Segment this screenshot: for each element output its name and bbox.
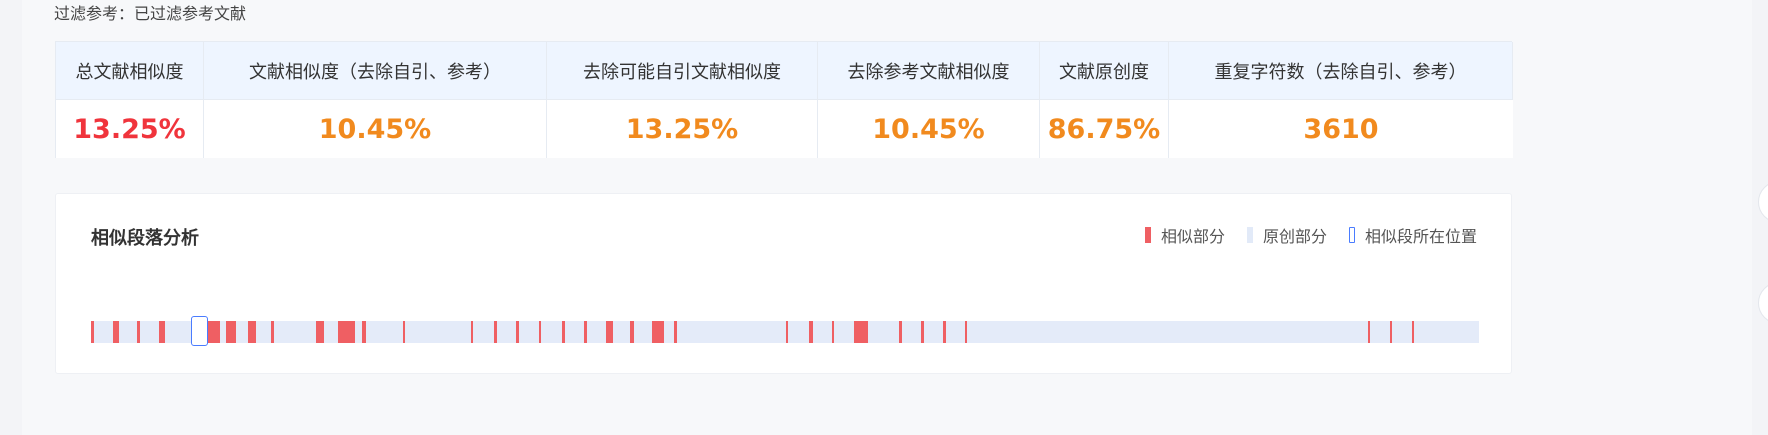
similar-paragraph-panel: 相似段落分析 相似部分 原创部分 相似段所在位置 [55, 193, 1512, 374]
header-similarity-excl-references: 去除参考文献相似度 [818, 42, 1040, 100]
similar-segment[interactable] [113, 321, 119, 343]
similar-segment[interactable] [832, 321, 834, 343]
similar-segment[interactable] [539, 321, 541, 343]
similar-segment[interactable] [248, 321, 256, 343]
similar-segment[interactable] [1412, 321, 1414, 343]
similar-segment[interactable] [809, 321, 813, 343]
similar-segment[interactable] [943, 321, 946, 343]
similar-segment[interactable] [921, 321, 924, 343]
similar-segment[interactable] [316, 321, 324, 343]
legend-label-similar: 相似部分 [1160, 227, 1225, 246]
legend-item-original: 原创部分 [1246, 223, 1327, 247]
header-total-similarity: 总文献相似度 [56, 42, 204, 100]
similar-segment[interactable] [606, 321, 613, 343]
similarity-distribution-bar[interactable] [91, 316, 1479, 346]
similar-segment[interactable] [786, 321, 788, 343]
similar-segment[interactable] [965, 321, 967, 343]
similar-segment[interactable] [854, 321, 868, 343]
position-swatch-icon [1348, 227, 1355, 243]
header-similarity-excl-self-citation: 去除可能自引文献相似度 [547, 42, 818, 100]
value-similarity-excl-references: 10.45% [818, 100, 1040, 158]
legend: 相似部分 原创部分 相似段所在位置 [1123, 223, 1477, 247]
similar-segment[interactable] [1368, 321, 1370, 343]
similar-segment[interactable] [584, 321, 587, 343]
similar-segment[interactable] [362, 321, 366, 343]
side-float-button[interactable] [1758, 282, 1768, 324]
similarity-stats-table: 总文献相似度 文献相似度（去除自引、参考） 去除可能自引文献相似度 去除参考文献… [55, 41, 1513, 158]
header-similarity-excl-self-ref: 文献相似度（去除自引、参考） [204, 42, 547, 100]
original-swatch-icon [1246, 227, 1253, 243]
value-similarity-excl-self-ref: 10.45% [204, 100, 547, 158]
similar-segment[interactable] [226, 321, 236, 343]
similar-segment[interactable] [471, 321, 473, 343]
value-duplicate-chars: 3610 [1169, 100, 1513, 158]
similar-segment[interactable] [159, 321, 165, 343]
filter-note: 过滤参考：已过滤参考文献 [54, 4, 247, 23]
legend-item-similar: 相似部分 [1144, 223, 1225, 247]
value-originality: 86.75% [1040, 100, 1169, 158]
similar-segment[interactable] [899, 321, 902, 343]
similar-segment[interactable] [338, 321, 355, 343]
similar-segment[interactable] [630, 321, 634, 343]
similar-segment[interactable] [403, 321, 405, 343]
similar-segment[interactable] [652, 321, 664, 343]
similar-segment[interactable] [1390, 321, 1392, 343]
header-originality: 文献原创度 [1040, 42, 1169, 100]
similar-segment[interactable] [494, 321, 497, 343]
similar-segment[interactable] [137, 321, 140, 343]
panel-title: 相似段落分析 [91, 228, 199, 249]
legend-label-position: 相似段所在位置 [1364, 227, 1477, 246]
position-marker-handle[interactable] [191, 316, 208, 346]
similar-segment[interactable] [674, 321, 677, 343]
side-float-button[interactable] [1758, 181, 1768, 223]
similar-segment[interactable] [91, 321, 94, 343]
similar-segment[interactable] [271, 321, 274, 343]
similar-segment[interactable] [516, 321, 519, 343]
value-similarity-excl-self-citation: 13.25% [547, 100, 818, 158]
legend-label-original: 原创部分 [1262, 227, 1327, 246]
header-duplicate-chars: 重复字符数（去除自引、参考） [1169, 42, 1513, 100]
legend-item-position: 相似段所在位置 [1348, 223, 1477, 247]
similar-segment[interactable] [562, 321, 565, 343]
value-total-similarity: 13.25% [56, 100, 204, 158]
similar-swatch-icon [1144, 227, 1151, 243]
